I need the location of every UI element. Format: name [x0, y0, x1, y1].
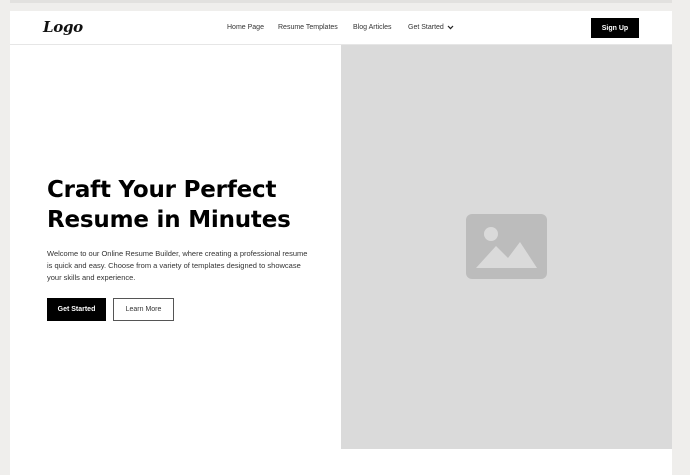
top-strip — [10, 0, 672, 3]
hero-description: Welcome to our Online Resume Builder, wh… — [47, 249, 308, 282]
nav-link-home[interactable]: Home Page — [227, 24, 264, 31]
nav-link-blog-articles[interactable]: Blog Articles — [353, 24, 392, 31]
learn-more-button[interactable]: Learn More — [113, 298, 174, 321]
get-started-button[interactable]: Get Started — [47, 298, 106, 321]
hero-image-placeholder — [341, 45, 672, 449]
page-frame: Logo Home Page Resume Templates Blog Art… — [10, 11, 672, 475]
navbar: Logo Home Page Resume Templates Blog Art… — [10, 11, 672, 45]
logo[interactable]: Logo — [43, 18, 83, 36]
image-placeholder-icon — [466, 214, 547, 279]
nav-link-resume-templates[interactable]: Resume Templates — [278, 24, 338, 31]
hero-title: Craft Your Perfect Resume in Minutes — [47, 177, 291, 233]
nav-dropdown-label: Get Started — [408, 24, 444, 31]
chevron-down-icon — [447, 25, 454, 30]
sign-up-button[interactable]: Sign Up — [591, 18, 639, 38]
nav-dropdown-get-started[interactable]: Get Started — [408, 24, 454, 31]
